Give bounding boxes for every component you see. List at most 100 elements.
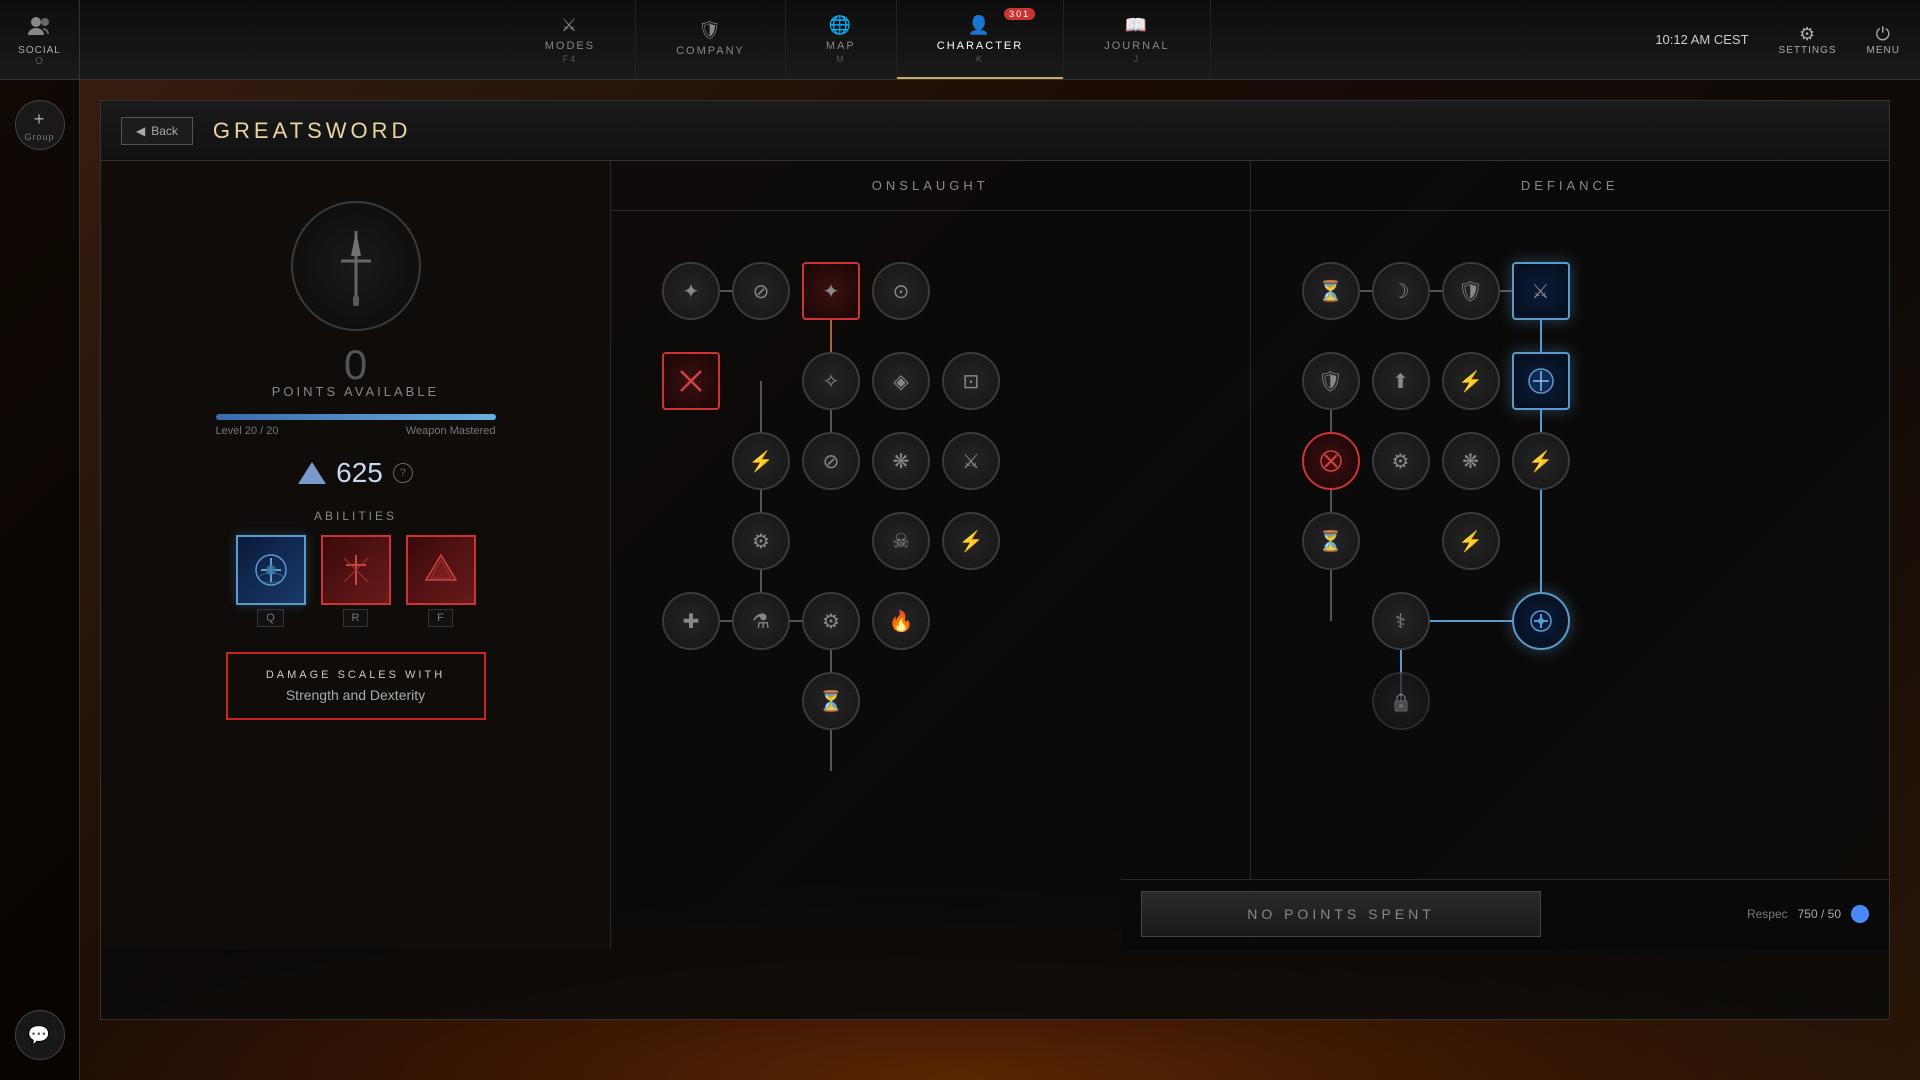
- respec-cost: 750 / 50: [1798, 907, 1841, 921]
- abilities-label: ABILITIES: [314, 509, 397, 523]
- bottom-bar: NO POINTS SPENT Respec 750 / 50: [1121, 879, 1889, 949]
- skill-onslaught-5-2[interactable]: ⚗: [732, 592, 790, 650]
- skill-onslaught-1-3[interactable]: ✦: [802, 262, 860, 320]
- skill-defiance-4-3[interactable]: ⚡: [1442, 512, 1500, 570]
- ability-icon-q[interactable]: [236, 535, 306, 605]
- points-value: 0: [344, 341, 367, 389]
- defiance-header: DEFIANCE: [1250, 161, 1890, 210]
- skill-defiance-1-2[interactable]: ☽: [1372, 262, 1430, 320]
- skill-onslaught-1-4[interactable]: ⊙: [872, 262, 930, 320]
- onslaught-header: ONSLAUGHT: [611, 161, 1250, 210]
- xp-progress-container: [216, 414, 496, 420]
- ability-icon-r[interactable]: [321, 535, 391, 605]
- skill-onslaught-4-4[interactable]: ⚡: [942, 512, 1000, 570]
- skill-defiance-3-1[interactable]: [1302, 432, 1360, 490]
- skill-onslaught-3-5[interactable]: ⚔: [942, 432, 1000, 490]
- nav-right: 10:12 AM CEST ⚙ SETTINGS ⏻ MENU: [1635, 24, 1920, 56]
- ability-slot-r: R: [321, 535, 391, 627]
- skill-onslaught-4-3[interactable]: ☠: [872, 512, 930, 570]
- settings-button[interactable]: ⚙ SETTINGS: [1779, 24, 1837, 56]
- ability-key-r: R: [343, 609, 369, 627]
- back-button[interactable]: ◀ Back: [121, 117, 193, 145]
- ability-key-f: F: [428, 609, 453, 627]
- skill-onslaught-3-3[interactable]: ⊘: [802, 432, 860, 490]
- score-help-icon[interactable]: ?: [393, 463, 413, 483]
- skill-defiance-2-3[interactable]: ⚡: [1442, 352, 1500, 410]
- greatsword-icon: [311, 221, 401, 311]
- menu-button[interactable]: ⏻ MENU: [1867, 24, 1900, 56]
- panel-title: GREATSWORD: [213, 118, 411, 144]
- respec-label: Respec: [1747, 907, 1788, 921]
- skill-onslaught-1-2[interactable]: ⊘: [732, 262, 790, 320]
- skill-defiance-4-5[interactable]: [1512, 592, 1570, 650]
- skill-defiance-3-2[interactable]: ⚙: [1372, 432, 1430, 490]
- level-row: Level 20 / 20 Weapon Mastered: [216, 425, 496, 437]
- skill-defiance-4-1[interactable]: ⏳: [1302, 512, 1360, 570]
- triangle-icon: [298, 462, 326, 484]
- score-row: 625 ?: [298, 457, 413, 489]
- skill-onslaught-2-1[interactable]: [662, 352, 720, 410]
- damage-scales-title: DAMAGE SCALES WITH: [253, 669, 459, 681]
- ability-r-icon: [336, 550, 376, 590]
- skill-defiance-3-4[interactable]: ⚡: [1512, 432, 1570, 490]
- skill-onslaught-6-3[interactable]: ⏳: [802, 672, 860, 730]
- skill-defiance-2-1[interactable]: 🛡: [1302, 352, 1360, 410]
- weapon-circle: [291, 201, 421, 331]
- abilities-row: Q R: [236, 535, 476, 627]
- modes-nav[interactable]: ⚔ MODES F4: [505, 0, 636, 79]
- map-icon: 🌐: [829, 15, 853, 36]
- skill-onslaught-3-4[interactable]: ❋: [872, 432, 930, 490]
- skill-onslaught-1-1[interactable]: ✦: [662, 262, 720, 320]
- points-label: POINTS AVAILABLE: [272, 384, 439, 399]
- skill-onslaught-5-1[interactable]: ✚: [662, 592, 720, 650]
- skill-onslaught-5-4[interactable]: 🔥: [872, 592, 930, 650]
- skill-onslaught-2-4[interactable]: ◈: [872, 352, 930, 410]
- skill-onslaught-4-1[interactable]: ⚙: [732, 512, 790, 570]
- respec-row: NO POINTS SPENT Respec 750 / 50: [1121, 879, 1889, 949]
- back-arrow-icon: ◀: [136, 124, 145, 138]
- skill-defiance-2-2[interactable]: ⬆: [1372, 352, 1430, 410]
- main-panel: ◀ Back GREATSWORD 0 POINTS AVAILABLE: [100, 100, 1890, 1020]
- damage-scales-box: DAMAGE SCALES WITH Strength and Dexterit…: [226, 652, 486, 720]
- onslaught-tree: ✦ ⊘ ✦ ⊙ ✧ ◈ ⊡ ⚡ ⊘ ❋ ⚔ ⚙: [611, 211, 1250, 949]
- skill-defiance-3-3[interactable]: ❋: [1442, 432, 1500, 490]
- skill-onslaught-3-2[interactable]: ⚡: [732, 432, 790, 490]
- character-nav[interactable]: 301 👤 CHARACTER K: [897, 0, 1064, 79]
- respec-currency-icon: [1851, 905, 1869, 923]
- skill-defiance-1-3[interactable]: 🛡: [1442, 262, 1500, 320]
- ability-f-icon: [421, 550, 461, 590]
- map-nav[interactable]: 🌐 MAP M: [786, 0, 897, 79]
- onslaught-connectors: [611, 211, 1250, 949]
- social-button[interactable]: SOCIAL O: [0, 0, 80, 79]
- no-points-button[interactable]: NO POINTS SPENT: [1141, 891, 1541, 937]
- journal-nav[interactable]: 📖 JOURNAL J: [1064, 0, 1210, 79]
- topbar: SOCIAL O ⚔ MODES F4 🛡 COMPANY 🌐 MAP M 30…: [0, 0, 1920, 80]
- ability-slot-q: Q: [236, 535, 306, 627]
- modes-icon: ⚔: [561, 15, 579, 36]
- skill-defiance-4-4[interactable]: ⚕: [1372, 592, 1430, 650]
- group-button[interactable]: + Group: [15, 100, 65, 150]
- left-info-panel: 0 POINTS AVAILABLE Level 20 / 20 Weapon …: [101, 161, 611, 949]
- character-icon: 👤: [968, 15, 992, 36]
- journal-icon: 📖: [1125, 15, 1149, 36]
- skill-defiance-1-1[interactable]: ⏳: [1302, 262, 1360, 320]
- xp-progress-bg: [216, 414, 496, 420]
- ability-icon-f[interactable]: [406, 535, 476, 605]
- skill-onslaught-2-3[interactable]: ✧: [802, 352, 860, 410]
- skill-tree-content: ✦ ⊘ ✦ ⊙ ✧ ◈ ⊡ ⚡ ⊘ ❋ ⚔ ⚙: [611, 211, 1889, 949]
- skill-defiance-1-4[interactable]: ⚔: [1512, 262, 1570, 320]
- skill-defiance-lock[interactable]: [1372, 672, 1430, 730]
- company-nav[interactable]: 🛡 COMPANY: [636, 0, 786, 79]
- skill-onslaught-5-3[interactable]: ⚙: [802, 592, 860, 650]
- character-badge: 301: [1004, 8, 1035, 20]
- level-display: Level 20 / 20: [216, 425, 279, 437]
- left-sidebar: + Group 💬: [0, 80, 80, 1080]
- skill-defiance-2-4[interactable]: [1512, 352, 1570, 410]
- chat-button[interactable]: 💬: [15, 1010, 65, 1060]
- xp-progress-fill: [216, 414, 496, 420]
- skill-tree-header: ONSLAUGHT DEFIANCE: [611, 161, 1889, 211]
- skill-onslaught-2-5[interactable]: ⊡: [942, 352, 1000, 410]
- defiance-tree: ⏳ ☽ 🛡 ⚔ 🛡 ⬆ ⚡: [1250, 211, 1890, 949]
- score-value: 625: [336, 457, 383, 489]
- nav-center: ⚔ MODES F4 🛡 COMPANY 🌐 MAP M 301 👤 CHARA…: [80, 0, 1635, 79]
